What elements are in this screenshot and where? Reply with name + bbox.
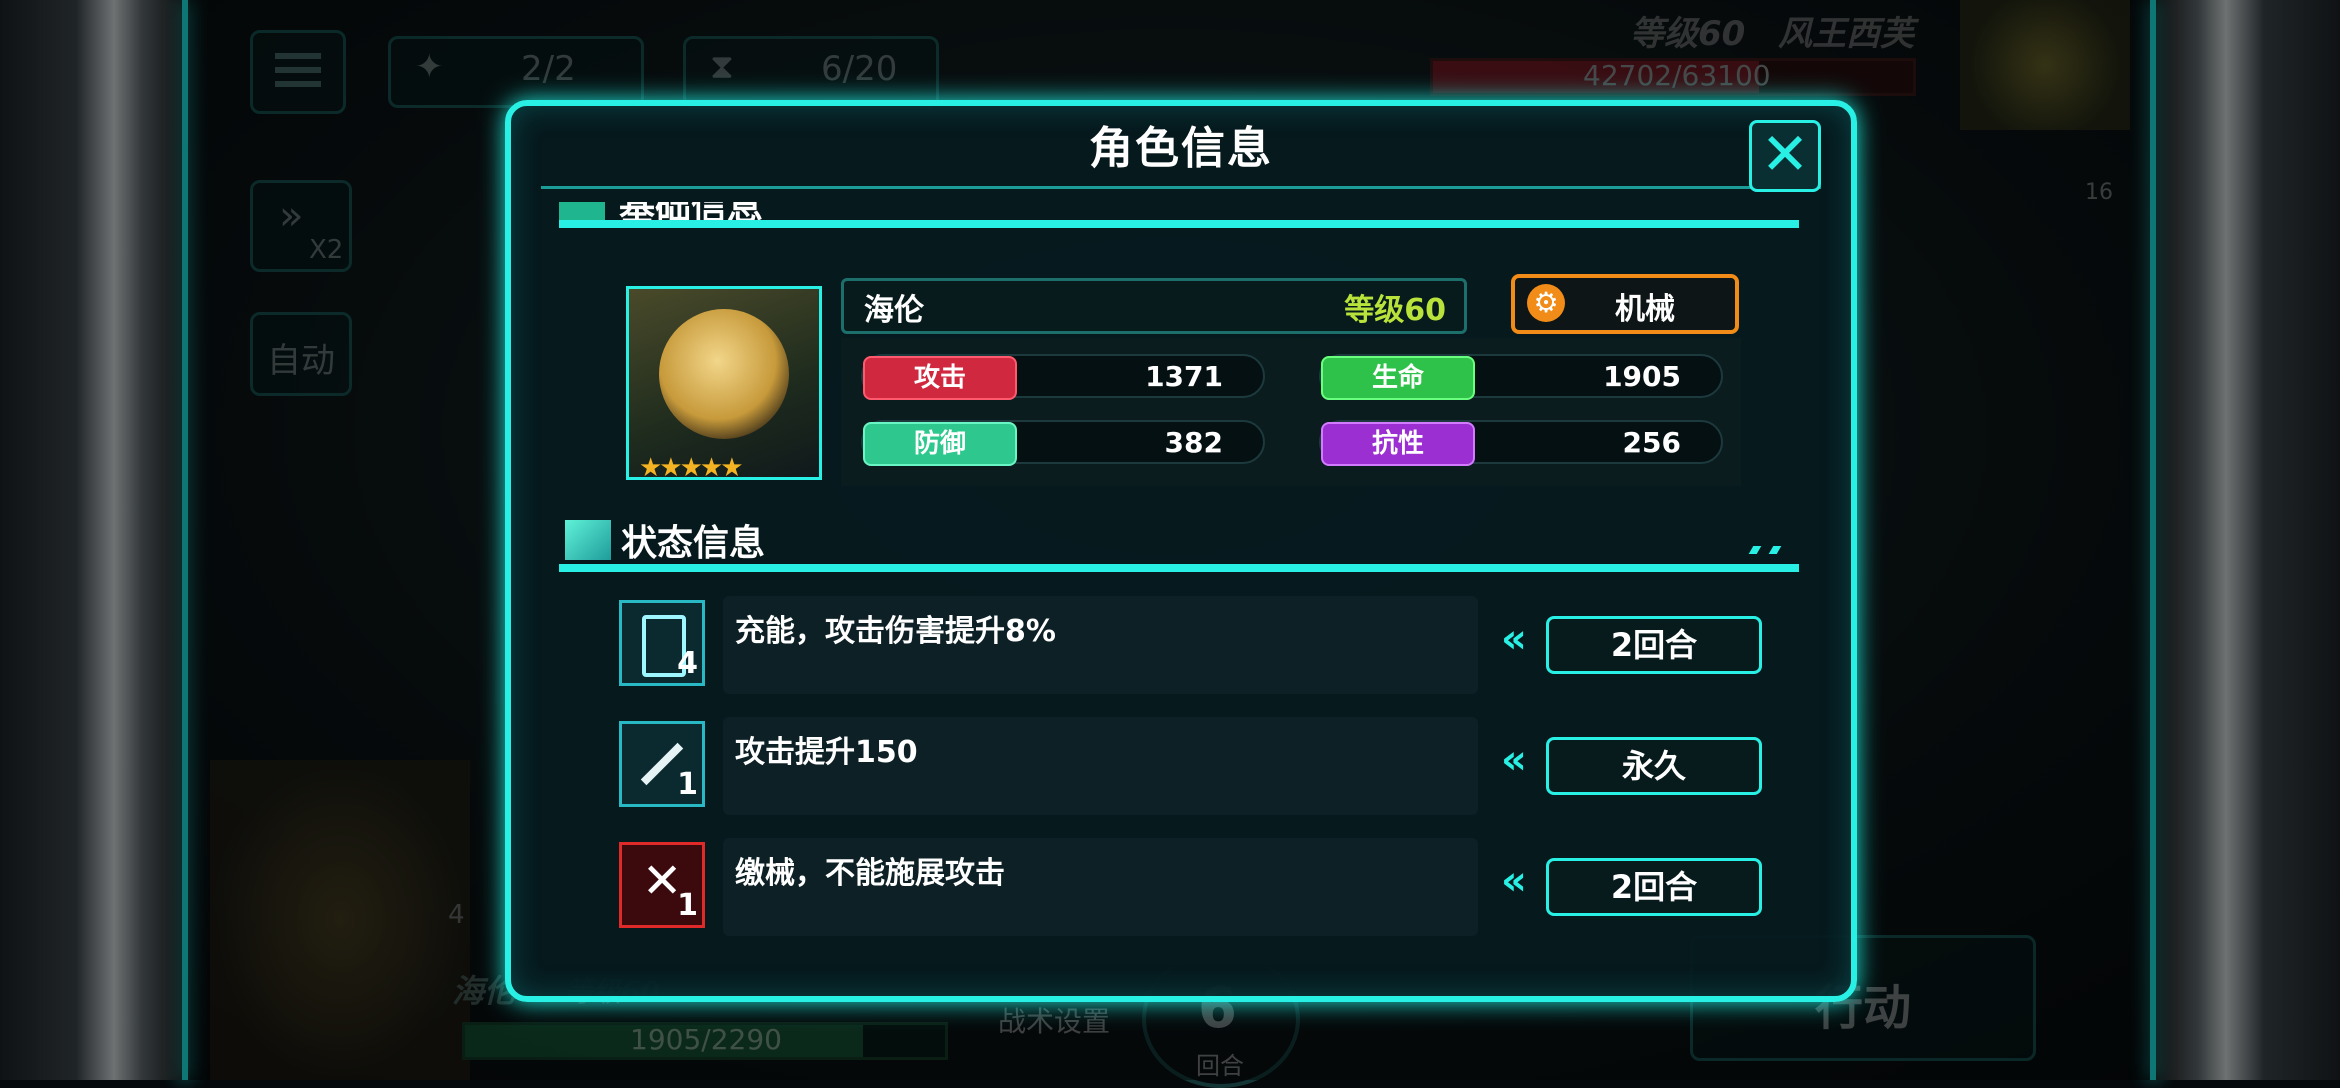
status-description-box: 缴械，不能施展攻击: [723, 838, 1478, 936]
section-tag: [1748, 546, 1762, 554]
status-description: 缴械，不能施展攻击: [735, 856, 1005, 891]
character-face: [659, 309, 789, 439]
basic-section-header: 基础信息: [559, 202, 1799, 232]
stat-resist-value: 256: [1622, 426, 1681, 459]
chevron-left-icon: «: [1501, 858, 1527, 904]
character-level: 等级60: [1344, 293, 1446, 328]
stat-defense-value: 382: [1164, 426, 1223, 459]
battery-icon: 4: [619, 600, 705, 686]
status-row: ✕ 1 缴械，不能施展攻击 « 2回合: [611, 838, 1791, 938]
status-duration: 2回合: [1546, 858, 1762, 916]
status-section-bar: [559, 564, 1799, 572]
stats-panel: 攻击 1371 生命 1905 防御 382 抗性 256: [841, 338, 1741, 486]
status-description-box: 充能，攻击伤害提升8%: [723, 596, 1478, 694]
character-name: 海伦: [864, 293, 924, 328]
close-icon: ✕: [1760, 120, 1810, 188]
status-row: 4 充能，攻击伤害提升8% « 2回合: [611, 596, 1791, 696]
stat-hp-value: 1905: [1603, 360, 1681, 393]
stat-attack-value: 1371: [1145, 360, 1223, 393]
status-count: 4: [677, 646, 698, 681]
status-section-header: 状态信息: [559, 514, 1799, 574]
stat-attack-label: 攻击: [863, 356, 1017, 400]
status-description: 充能，攻击伤害提升8%: [735, 614, 1056, 649]
name-panel: 海伦 等级60: [841, 278, 1467, 334]
character-info-dialog: 角色信息 ✕ 基础信息 ★★★★★ 海伦 等级60 ⚙ 机械 攻击 1371 生…: [505, 100, 1857, 1002]
status-row: 1 攻击提升150 « 永久: [611, 717, 1791, 817]
gear-icon: ⚙: [1527, 284, 1565, 322]
section-tag: [1768, 546, 1782, 554]
status-duration: 2回合: [1546, 616, 1762, 674]
status-count: 1: [677, 767, 698, 802]
status-count: 1: [677, 888, 698, 923]
title-divider: [541, 186, 1821, 189]
stat-resist: 抗性 256: [1319, 420, 1723, 466]
rarity-stars: ★★★★★: [639, 453, 744, 483]
status-section-title: 状态信息: [621, 523, 766, 564]
chevron-left-icon: «: [1501, 616, 1527, 662]
character-portrait: [626, 286, 822, 480]
status-description: 攻击提升150: [735, 735, 918, 770]
stat-hp: 生命 1905: [1319, 354, 1723, 400]
type-label: 机械: [1615, 292, 1675, 327]
status-description-box: 攻击提升150: [723, 717, 1478, 815]
stat-hp-label: 生命: [1321, 356, 1475, 400]
stat-resist-label: 抗性: [1321, 422, 1475, 466]
status-duration: 永久: [1546, 737, 1762, 795]
close-button[interactable]: ✕: [1749, 120, 1821, 192]
disarm-icon: ✕ 1: [619, 842, 705, 928]
cube-icon: [565, 520, 611, 560]
dialog-title: 角色信息: [1089, 123, 1273, 174]
type-badge: ⚙ 机械: [1511, 274, 1739, 334]
chevron-left-icon: «: [1501, 737, 1527, 783]
sword-up-icon: 1: [619, 721, 705, 807]
stat-defense-label: 防御: [863, 422, 1017, 466]
basic-section-bar: [559, 220, 1799, 228]
stat-defense: 防御 382: [861, 420, 1265, 466]
stat-attack: 攻击 1371: [861, 354, 1265, 400]
